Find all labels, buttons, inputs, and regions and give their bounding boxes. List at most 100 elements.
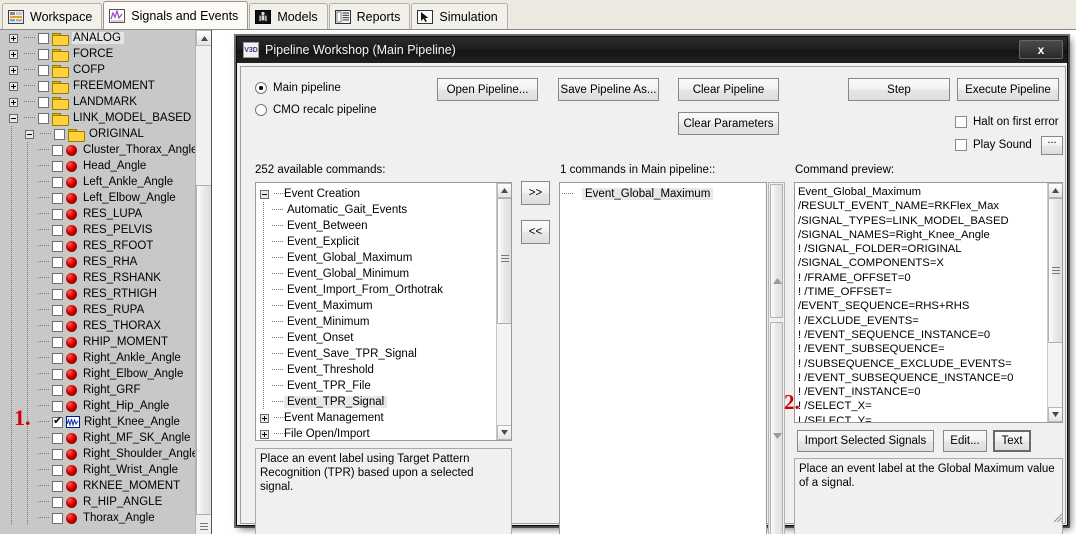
tree-item-checkbox[interactable]	[52, 336, 63, 348]
scroll-down-arrow-icon[interactable]	[497, 425, 511, 440]
tree-item-checkbox[interactable]	[52, 224, 63, 236]
tree-item-res-rupa[interactable]: RES_RUPA	[0, 302, 211, 318]
tree-item-checkbox[interactable]	[52, 368, 63, 380]
tree-item-checkbox[interactable]	[52, 288, 63, 300]
tree-item-checkbox[interactable]	[52, 512, 63, 524]
tree-item-checkbox[interactable]	[52, 144, 63, 156]
tree-collapse-icon[interactable]	[256, 186, 272, 202]
pipeline-commands-scrollbar[interactable]	[768, 182, 785, 534]
tab-models[interactable]: Models	[249, 3, 328, 29]
tree-item-right-elbow-angle[interactable]: Right_Elbow_Angle	[0, 366, 211, 382]
tree-item-cluster-thorax-angle[interactable]: Cluster_Thorax_Angle	[0, 142, 211, 158]
tree-item-right-wrist-angle[interactable]: Right_Wrist_Angle	[0, 462, 211, 478]
available-commands-list[interactable]: Event Creation Automatic_Gait_Events Event…	[255, 182, 512, 441]
scroll-down-arrow-icon[interactable]	[1048, 407, 1062, 422]
tree-item-checkbox[interactable]	[52, 480, 63, 492]
tab-signals-and-events[interactable]: Signals and Events	[103, 1, 249, 29]
halt-on-first-error-checkbox[interactable]: Halt on first error	[955, 116, 1059, 128]
tree-item-checkbox[interactable]	[52, 464, 63, 476]
command-item-event-onset[interactable]: Event_Onset	[256, 330, 496, 346]
tree-item-right-mf-sk-angle[interactable]: Right_MF_SK_Angle	[0, 430, 211, 446]
pipeline-command-item[interactable]: Event_Global_Maximum	[560, 186, 766, 202]
tree-expand-icon[interactable]	[256, 426, 272, 440]
tree-item-checkbox[interactable]	[52, 448, 63, 460]
scroll-up-arrow-icon[interactable]	[773, 271, 782, 289]
tree-item-res-rshank[interactable]: RES_RSHANK	[0, 270, 211, 286]
tree-item-res-rha[interactable]: RES_RHA	[0, 254, 211, 270]
tree-item-checkbox[interactable]	[52, 496, 63, 508]
tree-expand-icon[interactable]	[4, 78, 22, 94]
move-left-button[interactable]: <<	[521, 220, 550, 244]
tree-item-checkbox[interactable]	[52, 256, 63, 268]
close-button[interactable]: x	[1019, 40, 1063, 59]
tree-item-checkbox[interactable]	[38, 48, 49, 60]
tree-expand-icon[interactable]	[4, 94, 22, 110]
clear-pipeline-button[interactable]: Clear Pipeline	[678, 78, 779, 101]
command-item-event-global-minimum[interactable]: Event_Global_Minimum	[256, 266, 496, 282]
tree-item-checkbox[interactable]	[38, 112, 49, 124]
text-button[interactable]: Text	[993, 430, 1031, 452]
tree-vertical-scrollbar[interactable]	[195, 30, 211, 534]
tree-item-checkbox[interactable]	[52, 415, 63, 428]
command-item-event-save-tpr-signal[interactable]: Event_Save_TPR_Signal	[256, 346, 496, 362]
preview-scrollbar[interactable]	[1047, 183, 1062, 422]
dialog-resize-grip-icon[interactable]	[1051, 510, 1063, 523]
command-item-event-tpr-file[interactable]: Event_TPR_File	[256, 378, 496, 394]
tab-simulation[interactable]: Simulation	[411, 3, 508, 29]
tab-reports[interactable]: Reports	[328, 3, 411, 29]
open-pipeline-button[interactable]: Open Pipeline...	[437, 78, 538, 101]
tree-item-analog[interactable]: ANALOG	[0, 30, 211, 46]
tree-item-checkbox[interactable]	[52, 320, 63, 332]
tree-item-left-elbow-angle[interactable]: Left_Elbow_Angle	[0, 190, 211, 206]
tree-item-original[interactable]: ORIGINAL	[0, 126, 211, 142]
command-item-event-explicit[interactable]: Event_Explicit	[256, 234, 496, 250]
tree-item-thorax-angle[interactable]: Thorax_Angle	[0, 510, 211, 526]
tree-item-head-angle[interactable]: Head_Angle	[0, 158, 211, 174]
scroll-down-arrow-icon[interactable]	[773, 426, 782, 444]
tree-item-checkbox[interactable]	[52, 304, 63, 316]
dialog-title-bar[interactable]: V3D Pipeline Workshop (Main Pipeline) x	[237, 37, 1067, 63]
tree-item-right-grf[interactable]: Right_GRF	[0, 382, 211, 398]
pipeline-scroll-thumb-upper[interactable]	[770, 184, 783, 318]
scroll-up-arrow-icon[interactable]	[497, 183, 511, 198]
command-preview-box[interactable]: Event_Global_Maximum/RESULT_EVENT_NAME=R…	[794, 182, 1063, 423]
tree-expand-icon[interactable]	[4, 62, 22, 78]
command-item-event-threshold[interactable]: Event_Threshold	[256, 362, 496, 378]
signal-tree-panel[interactable]: ANALOG FORCE COFP FREEMOMENT LANDMARK LINK_MO…	[0, 30, 212, 534]
tree-item-res-thorax[interactable]: RES_THORAX	[0, 318, 211, 334]
available-commands-scrollbar[interactable]	[496, 183, 511, 440]
tree-item-checkbox[interactable]	[52, 208, 63, 220]
command-item-event-global-maximum[interactable]: Event_Global_Maximum	[256, 250, 496, 266]
tree-item-checkbox[interactable]	[52, 400, 63, 412]
tree-item-right-hip-angle[interactable]: Right_Hip_Angle	[0, 398, 211, 414]
tree-item-checkbox[interactable]	[52, 176, 63, 188]
command-item-event-tpr-signal[interactable]: Event_TPR_Signal	[256, 394, 496, 410]
tab-workspace[interactable]: Workspace	[2, 3, 103, 29]
tree-item-checkbox[interactable]	[52, 160, 63, 172]
tree-item-r-hip-angle[interactable]: R_HIP_ANGLE	[0, 494, 211, 510]
move-right-button[interactable]: >>	[521, 181, 550, 205]
tree-item-right-knee-angle[interactable]: Right_Knee_Angle	[0, 414, 211, 430]
tree-item-left-ankle-angle[interactable]: Left_Ankle_Angle	[0, 174, 211, 190]
tree-item-checkbox[interactable]	[38, 64, 49, 76]
tree-item-right-ankle-angle[interactable]: Right_Ankle_Angle	[0, 350, 211, 366]
scroll-up-arrow-icon[interactable]	[196, 30, 211, 46]
tree-expand-icon[interactable]	[4, 30, 22, 46]
tree-item-checkbox[interactable]	[52, 352, 63, 364]
clear-parameters-button[interactable]: Clear Parameters	[678, 112, 779, 135]
command-item-automatic-gait-events[interactable]: Automatic_Gait_Events	[256, 202, 496, 218]
command-item-event-minimum[interactable]: Event_Minimum	[256, 314, 496, 330]
tree-item-checkbox[interactable]	[52, 192, 63, 204]
tree-item-checkbox[interactable]	[38, 96, 49, 108]
tree-item-force[interactable]: FORCE	[0, 46, 211, 62]
tree-expand-icon[interactable]	[256, 410, 272, 426]
tree-item-res-pelvis[interactable]: RES_PELVIS	[0, 222, 211, 238]
tree-item-checkbox[interactable]	[38, 80, 49, 92]
play-sound-options-button[interactable]: ...	[1041, 135, 1063, 155]
command-item-event-creation[interactable]: Event Creation	[256, 186, 496, 202]
tree-item-link-model-based[interactable]: LINK_MODEL_BASED	[0, 110, 211, 126]
step-button[interactable]: Step	[848, 78, 950, 101]
tree-expand-icon[interactable]	[4, 46, 22, 62]
tree-item-landmark[interactable]: LANDMARK	[0, 94, 211, 110]
tree-item-checkbox[interactable]	[52, 384, 63, 396]
